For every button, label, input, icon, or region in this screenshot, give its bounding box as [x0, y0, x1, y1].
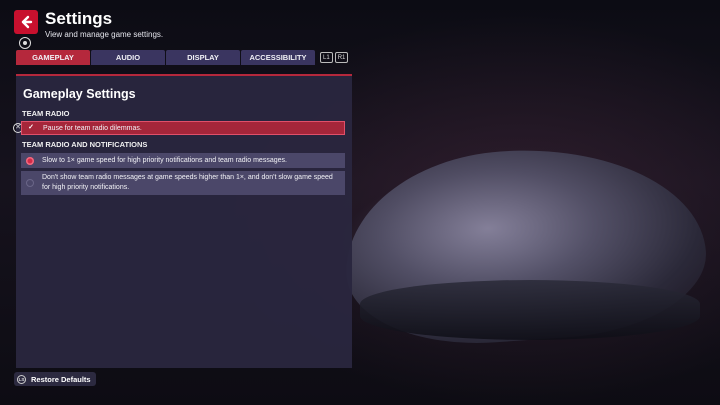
option-hide-team-radio[interactable]: Don't show team radio messages at game s…: [21, 171, 345, 195]
back-button[interactable]: [14, 10, 38, 34]
check-icon: ✓: [28, 124, 34, 131]
radio-selected-icon: [26, 156, 34, 165]
restore-defaults-label: Restore Defaults: [31, 374, 91, 384]
page-title: Settings: [45, 9, 113, 28]
restore-defaults-button[interactable]: LS Restore Defaults: [14, 372, 96, 386]
tab-display[interactable]: DISPLAY: [166, 50, 240, 65]
tab-gameplay[interactable]: GAMEPLAY: [16, 50, 90, 65]
settings-panel: Gameplay Settings TEAM RADIO ✕ ✓ Pause f…: [13, 74, 352, 368]
option-slow-game-speed[interactable]: Slow to 1× game speed for high priority …: [21, 153, 345, 168]
section-heading-team-radio: TEAM RADIO: [22, 109, 70, 118]
option-pause-team-radio[interactable]: ✓ Pause for team radio dilemmas.: [21, 121, 345, 135]
option-label: Slow to 1× game speed for high priority …: [42, 157, 287, 164]
tab-audio[interactable]: AUDIO: [91, 50, 165, 65]
page-subtitle: View and manage game settings.: [45, 30, 164, 39]
section-heading-team-radio-notifications: TEAM RADIO AND NOTIFICATIONS: [22, 140, 148, 149]
l1-bumper-hint: L1: [320, 52, 333, 63]
radio-unselected-icon: [26, 179, 34, 187]
back-arrow-icon: [21, 15, 33, 29]
option-label: Pause for team radio dilemmas.: [43, 124, 142, 132]
r1-bumper-hint: R1: [334, 52, 349, 63]
ls-button-icon: LS: [17, 374, 26, 384]
circle-button-icon: [19, 37, 31, 49]
car-platform-image: [360, 280, 700, 340]
panel-title: Gameplay Settings: [23, 87, 136, 101]
settings-tabs: GAMEPLAY AUDIO DISPLAY ACCESSIBILITY L1 …: [16, 50, 349, 65]
option-label: Don't show team radio messages at game s…: [42, 174, 333, 191]
tab-accessibility[interactable]: ACCESSIBILITY: [241, 50, 315, 65]
